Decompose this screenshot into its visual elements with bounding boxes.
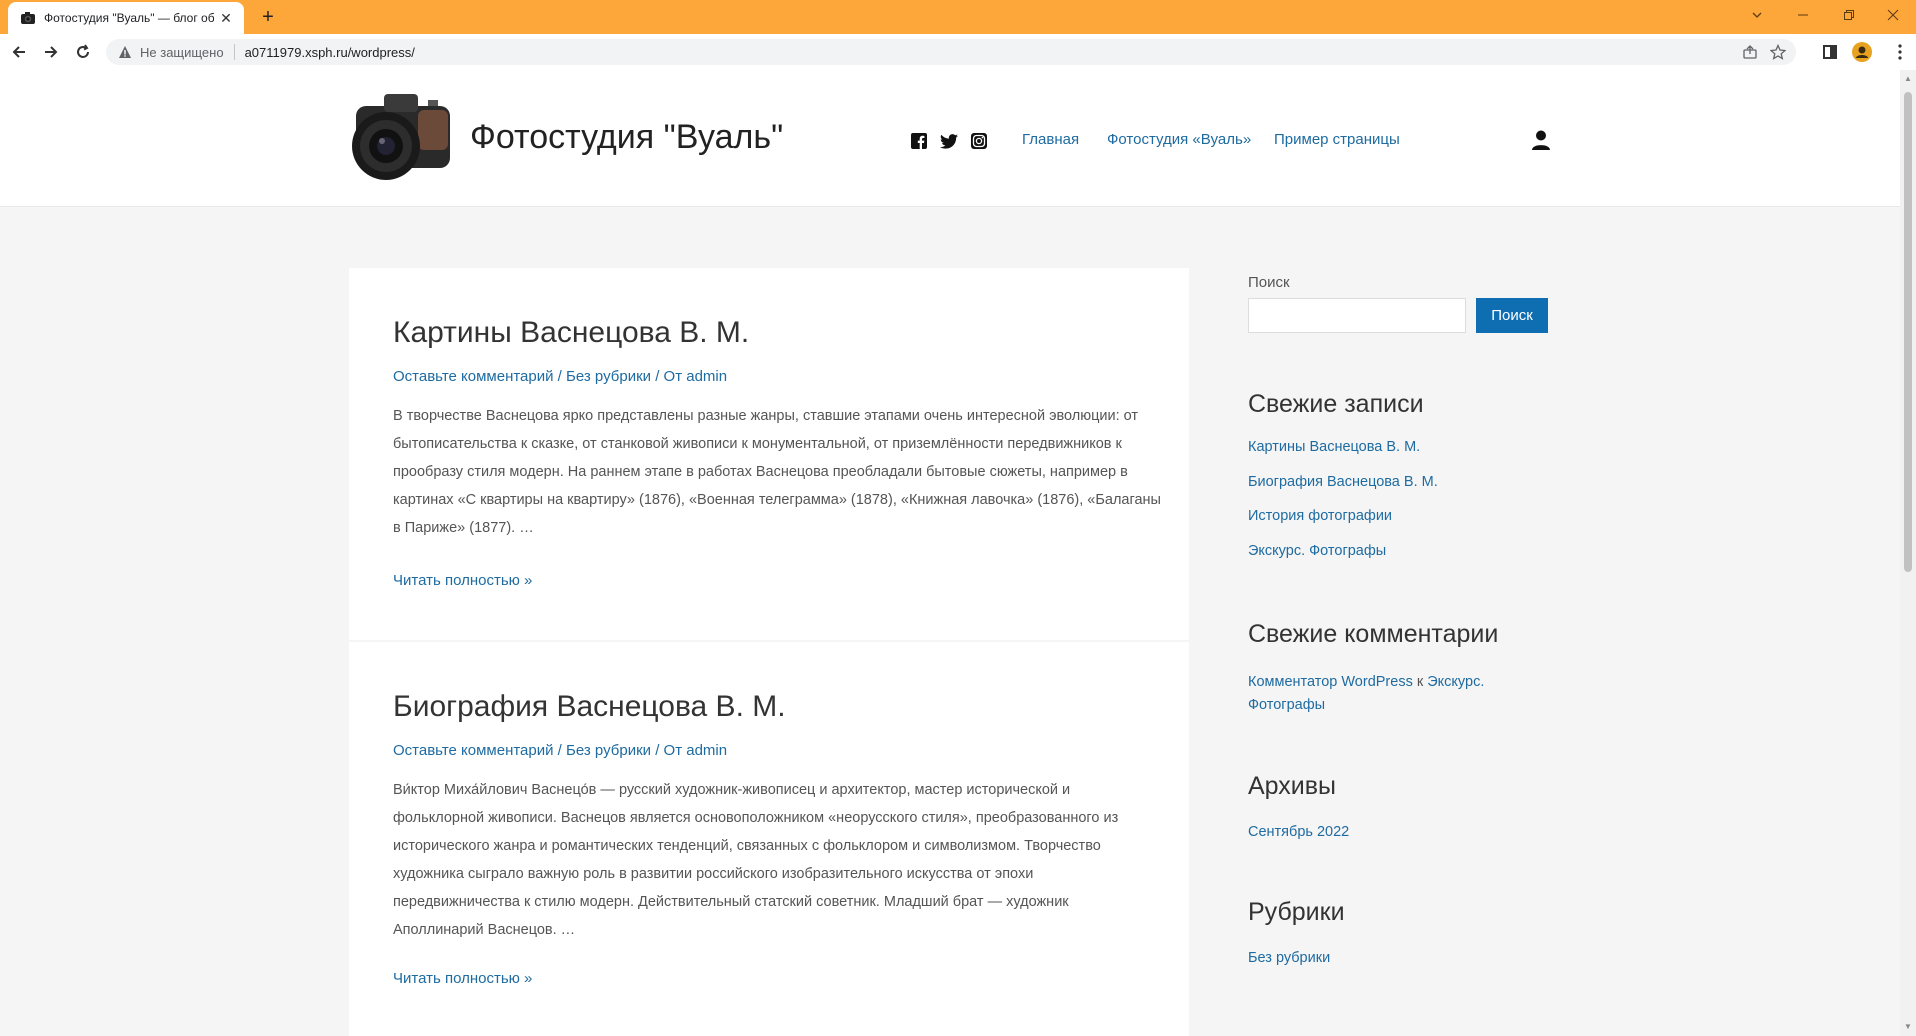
recent-post-link[interactable]: История фотографии [1248, 508, 1392, 524]
search-input[interactable] [1248, 298, 1466, 333]
forward-icon[interactable] [39, 40, 63, 64]
post-card: Картины Васнецова В. М. Оставьте коммент… [349, 268, 1189, 640]
site-header: Фотостудия "Вуаль" Главная Фотостудия «В… [0, 70, 1900, 207]
tab-title: Фотостудия "Вуаль" — блог об [44, 11, 214, 25]
facebook-icon[interactable] [910, 132, 928, 150]
scroll-thumb[interactable] [1904, 92, 1912, 572]
scroll-down-icon[interactable]: ▼ [1903, 1022, 1913, 1032]
new-tab-icon[interactable]: + [256, 5, 280, 29]
search-label: Поиск [1248, 274, 1290, 291]
post-excerpt: Ви́ктор Миха́йлович Васнецо́в — русский … [393, 782, 1119, 938]
scroll-up-icon[interactable]: ▲ [1903, 74, 1913, 84]
web-page: Фотостудия "Вуаль" Главная Фотостудия «В… [0, 70, 1900, 1036]
minimize-icon[interactable] [1780, 0, 1826, 30]
comment-link[interactable]: Оставьте комментарий [393, 742, 554, 759]
site-title[interactable]: Фотостудия "Вуаль" [470, 118, 783, 157]
share-icon[interactable] [1742, 39, 1758, 65]
author-link[interactable]: admin [686, 368, 727, 385]
url-text[interactable]: a0711979.xsph.ru/wordpress/ [245, 45, 415, 60]
post-title[interactable]: Биография Васнецова В. М. [393, 690, 786, 724]
camera-logo[interactable] [348, 84, 456, 188]
address-bar[interactable]: Не защищено a0711979.xsph.ru/wordpress/ [106, 39, 1796, 65]
meta-author-prefix: / От [651, 742, 687, 759]
window-close-icon[interactable] [1870, 0, 1916, 30]
search-button[interactable]: Поиск [1476, 298, 1548, 333]
post-meta: Оставьте комментарий / Без рубрики / От … [393, 742, 727, 759]
category-link[interactable]: Без рубрики [566, 742, 651, 759]
post-card: Биография Васнецова В. М. Оставьте комме… [349, 642, 1189, 1036]
back-icon[interactable] [7, 40, 31, 64]
instagram-icon[interactable] [970, 132, 988, 150]
more-menu-icon[interactable] [1888, 40, 1912, 64]
bookmark-star-icon[interactable] [1770, 39, 1786, 65]
recent-comment: Комментатор WordPress к Экскурс. Фотогра… [1248, 671, 1528, 717]
browser-toolbar: Не защищено a0711979.xsph.ru/wordpress/ [0, 34, 1916, 70]
page-scrollbar[interactable]: ▲ ▼ [1900, 70, 1916, 1036]
browser-titlebar: Фотостудия "Вуаль" — блог об ✕ + [0, 0, 1916, 34]
security-label[interactable]: Не защищено [140, 45, 224, 60]
recent-comments-title: Свежие комментарии [1248, 620, 1499, 648]
browser-tab[interactable]: Фотостудия "Вуаль" — блог об ✕ [8, 2, 244, 34]
comment-link[interactable]: Оставьте комментарий [393, 368, 554, 385]
archive-link[interactable]: Сентябрь 2022 [1248, 824, 1349, 840]
comment-author-link[interactable]: Комментатор WordPress [1248, 674, 1413, 690]
post-excerpt: В творчестве Васнецова ярко представлены… [393, 408, 1161, 536]
profile-avatar-icon[interactable] [1850, 40, 1874, 64]
category-link[interactable]: Без рубрики [566, 368, 651, 385]
post-title[interactable]: Картины Васнецова В. М. [393, 316, 749, 350]
tab-close-icon[interactable]: ✕ [218, 10, 234, 26]
warning-icon[interactable] [118, 45, 132, 59]
meta-separator: / [553, 368, 567, 385]
author-link[interactable]: admin [686, 742, 727, 759]
twitter-icon[interactable] [940, 132, 958, 150]
menu-item-home[interactable]: Главная [1022, 131, 1079, 148]
meta-author-prefix: / От [651, 368, 687, 385]
recent-post-link[interactable]: Экскурс. Фотографы [1248, 543, 1386, 559]
recent-posts-title: Свежие записи [1248, 390, 1424, 418]
read-more-link[interactable]: Читать полностью » [393, 572, 532, 589]
tab-search-icon[interactable] [1734, 0, 1780, 30]
category-link[interactable]: Без рубрики [1248, 950, 1330, 966]
user-account-icon[interactable] [1530, 129, 1552, 151]
categories-title: Рубрики [1248, 898, 1345, 926]
meta-separator: / [553, 742, 567, 759]
restore-icon[interactable] [1826, 0, 1872, 30]
side-panel-icon[interactable] [1818, 40, 1842, 64]
menu-item-studio[interactable]: Фотостудия «Вуаль» [1107, 131, 1251, 148]
recent-post-link[interactable]: Биография Васнецова В. М. [1248, 474, 1438, 490]
camera-favicon-icon [21, 12, 35, 24]
recent-post-link[interactable]: Картины Васнецова В. М. [1248, 439, 1420, 455]
post-meta: Оставьте комментарий / Без рубрики / От … [393, 368, 727, 385]
read-more-link[interactable]: Читать полностью » [393, 970, 532, 987]
archives-title: Архивы [1248, 772, 1337, 800]
comment-connector: к [1412, 674, 1428, 690]
omnibox-divider [233, 44, 235, 60]
menu-item-sample-page[interactable]: Пример страницы [1274, 131, 1400, 148]
reload-icon[interactable] [71, 40, 95, 64]
